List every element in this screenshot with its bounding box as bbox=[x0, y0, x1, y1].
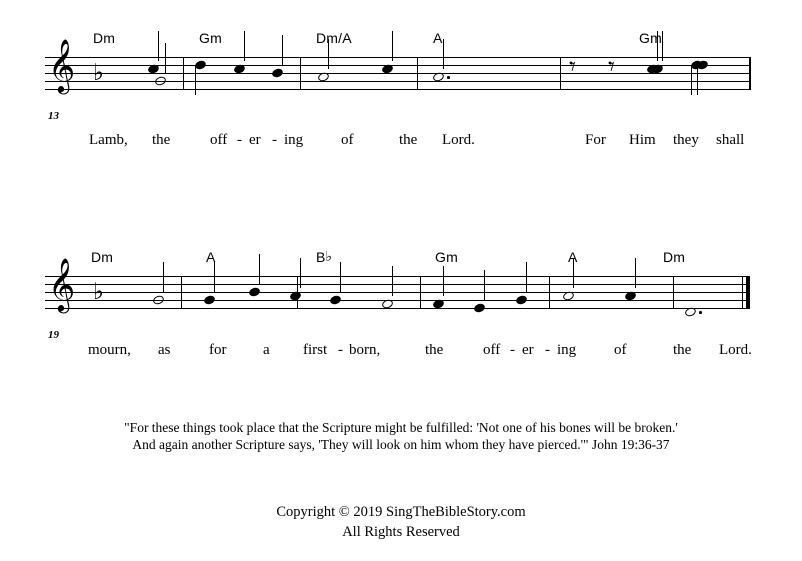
note-stem bbox=[163, 262, 165, 292]
lyric-syllable: first bbox=[303, 342, 328, 358]
lyric-hyphen: - bbox=[338, 342, 343, 358]
lyric-syllable: mourn, bbox=[88, 342, 131, 358]
scripture-line-2: And again another Scripture says, 'They … bbox=[132, 437, 670, 452]
copyright-line-1: Copyright © 2019 SingTheBibleStory.com bbox=[276, 504, 526, 520]
barline-thin bbox=[742, 276, 743, 309]
barline bbox=[549, 276, 550, 309]
lyric-syllable: as bbox=[158, 342, 171, 358]
lyric-syllable: Lord. bbox=[719, 342, 752, 358]
notehead-filled bbox=[247, 286, 262, 298]
flat-icon: ♭ bbox=[325, 249, 333, 266]
lyric-hyphen: - bbox=[545, 342, 550, 358]
lyric-hyphen: - bbox=[510, 342, 515, 358]
scripture-line-1: "For these things took place that the Sc… bbox=[124, 420, 678, 435]
lyric-syllable: er bbox=[522, 342, 534, 358]
copyright-notice: Copyright © 2019 SingTheBibleStory.com A… bbox=[0, 502, 802, 542]
augmentation-dot bbox=[699, 311, 702, 314]
barline bbox=[420, 276, 421, 309]
sheet-music-page: Dm Gm Dm/A A Gm 𝄾 𝄾 𝄞 ♭ 13 Lamb, the off… bbox=[0, 0, 802, 561]
notehead-filled bbox=[645, 63, 660, 75]
note-stem bbox=[484, 270, 486, 300]
staff-line bbox=[45, 300, 750, 301]
treble-clef-icon: 𝄞 bbox=[48, 257, 76, 311]
lyric-syllable: Lord. bbox=[442, 132, 475, 148]
staff-overlay bbox=[45, 31, 750, 95]
lyric-syllable: of bbox=[341, 132, 354, 148]
lyric-syllable: the bbox=[399, 132, 418, 148]
lyric-syllable: Him bbox=[629, 132, 656, 148]
notehead-filled bbox=[328, 294, 343, 306]
chord-symbol: Gm bbox=[639, 30, 662, 46]
treble-clef-icon: 𝄞 bbox=[48, 38, 76, 92]
lyric-syllable: off bbox=[483, 342, 501, 358]
note-stem bbox=[392, 266, 394, 296]
lyric-syllable: ing bbox=[557, 342, 577, 358]
lyric-syllable: of bbox=[614, 342, 627, 358]
lyric-syllable: shall bbox=[716, 132, 745, 148]
note-stem bbox=[214, 262, 216, 292]
lyric-syllable: ing bbox=[284, 132, 304, 148]
chord-symbol: A bbox=[433, 30, 443, 46]
notehead-filled bbox=[514, 294, 529, 306]
lyric-syllable: off bbox=[210, 132, 228, 148]
notehead-filled bbox=[202, 294, 217, 306]
lyric-syllable: the bbox=[152, 132, 171, 148]
staff bbox=[45, 254, 750, 318]
lyric-syllable: er bbox=[249, 132, 261, 148]
lyric-syllable: a bbox=[263, 342, 270, 358]
key-signature-flat-icon: ♭ bbox=[93, 279, 104, 305]
chord-symbol: Gm bbox=[435, 249, 458, 265]
barline bbox=[673, 276, 674, 309]
lyric-hyphen: - bbox=[272, 132, 277, 148]
staff-line bbox=[45, 292, 750, 293]
note-stem bbox=[526, 262, 528, 292]
lyrics-line-2: mourn, as for a first - born, the off - … bbox=[0, 342, 802, 364]
notehead-open bbox=[151, 294, 166, 306]
staff-line bbox=[45, 276, 750, 277]
lyrics-line-1: Lamb, the off - er - ing of the Lord. Fo… bbox=[0, 132, 802, 154]
note-stem bbox=[259, 254, 261, 284]
note-stem bbox=[340, 262, 342, 292]
note-stem bbox=[573, 258, 575, 288]
lyric-syllable: they bbox=[673, 132, 699, 148]
chord-symbol: Dm bbox=[93, 30, 116, 46]
chord-symbol: Dm bbox=[663, 249, 686, 265]
staff-line bbox=[45, 284, 750, 285]
measure-number: 13 bbox=[48, 110, 59, 122]
barline bbox=[181, 276, 182, 309]
lyric-syllable: Lamb, bbox=[89, 132, 128, 148]
lyric-hyphen: - bbox=[237, 132, 242, 148]
barline-thick bbox=[746, 276, 750, 309]
key-signature-flat-icon: ♭ bbox=[93, 60, 104, 86]
scripture-quote: "For these things took place that the Sc… bbox=[0, 419, 802, 453]
note-stem bbox=[635, 258, 637, 288]
lyric-syllable: born, bbox=[349, 342, 381, 358]
notehead-filled bbox=[472, 302, 487, 314]
note-stem bbox=[657, 31, 659, 61]
staff-line bbox=[45, 308, 750, 309]
chord-root: B bbox=[316, 249, 326, 265]
chord-symbol: Gm bbox=[199, 30, 222, 46]
copyright-line-2: All Rights Reserved bbox=[342, 524, 460, 540]
lyric-syllable: the bbox=[425, 342, 444, 358]
chord-symbol-bflat: B♭ bbox=[316, 249, 332, 265]
chord-symbol: Dm bbox=[91, 249, 114, 265]
note-stem bbox=[300, 258, 302, 288]
lyric-syllable: the bbox=[673, 342, 692, 358]
lyric-syllable: for bbox=[209, 342, 227, 358]
note-stem bbox=[691, 65, 693, 95]
lyric-syllable: For bbox=[585, 132, 606, 148]
note-stem bbox=[443, 266, 445, 296]
measure-number: 19 bbox=[48, 329, 59, 341]
chord-symbol: Dm/A bbox=[316, 30, 352, 46]
